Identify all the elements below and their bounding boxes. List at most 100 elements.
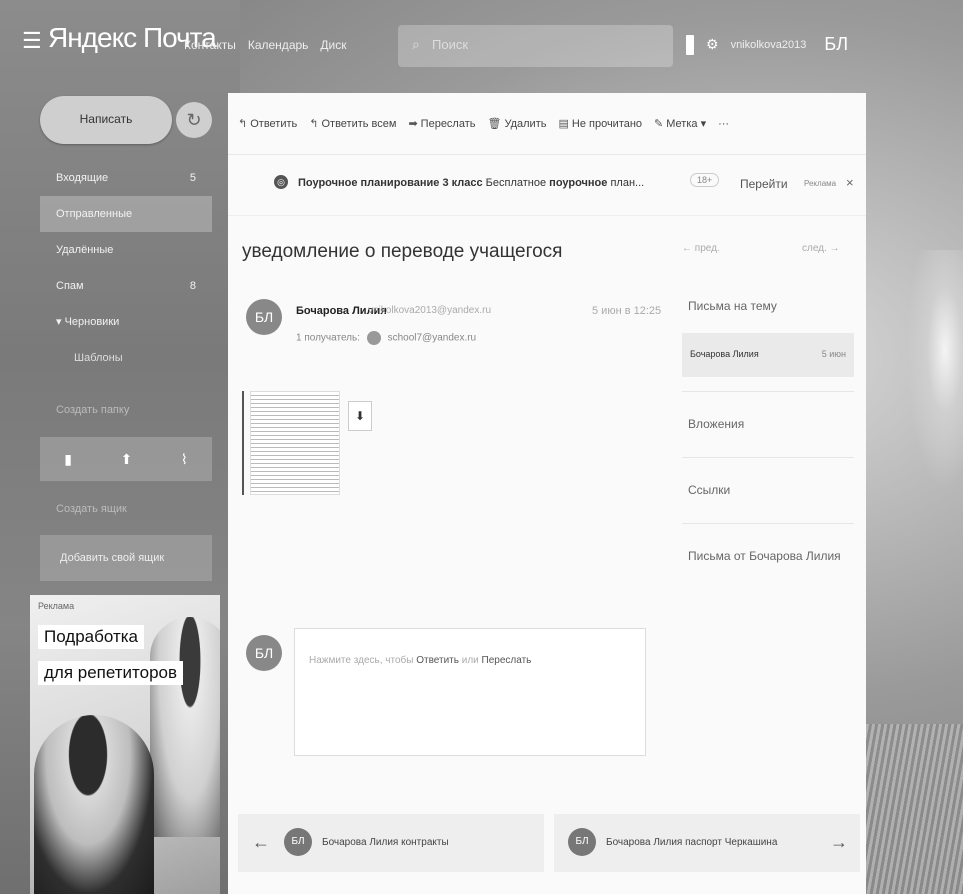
arrow-left-icon: ←: [252, 832, 270, 852]
reply-link[interactable]: Ответить: [416, 655, 459, 666]
more-button[interactable]: ···: [718, 118, 729, 130]
theme-icon[interactable]: [686, 34, 694, 55]
promo-ad-label: Реклама: [804, 179, 837, 188]
bookmark-icon[interactable]: ▮: [64, 451, 72, 468]
prev-thread-label: Бочарова Лилия контракты: [322, 837, 449, 848]
attachment-icon[interactable]: ⌇: [181, 451, 188, 468]
forward-button[interactable]: ➡ Переслать: [408, 117, 475, 131]
message-toolbar: ↰ Ответить ↰ Ответить всем ➡ Переслать 🗑…: [228, 93, 866, 155]
folder-list: Входящие 5 Отправленные Удалённые Спам 8…: [40, 160, 212, 376]
ad-title-line1: Подработка: [38, 625, 144, 649]
close-icon[interactable]: ×: [846, 175, 854, 190]
forward-link[interactable]: Переслать: [482, 655, 532, 666]
gear-icon[interactable]: ⚙: [706, 36, 719, 53]
arrow-right-icon: →: [830, 832, 848, 852]
search-icon: ⌕: [412, 36, 420, 52]
ad-title-line2: для репетиторов: [38, 661, 184, 685]
create-folder-link[interactable]: Создать папку: [56, 404, 129, 416]
folder-label: Спам: [56, 280, 84, 292]
next-thread-label: Бочарова Лилия паспорт Черкашина: [606, 837, 778, 848]
avatar: БЛ: [284, 828, 312, 856]
recipient-email[interactable]: sсhool7@yandex.ru: [388, 333, 477, 344]
add-mailbox-button[interactable]: Добавить свой ящик: [40, 535, 212, 581]
folder-label: Удалённые: [56, 244, 114, 256]
tag-icon: ✎: [654, 118, 664, 130]
next-message-link[interactable]: след. →: [802, 243, 840, 254]
attachments-link[interactable]: Вложения: [688, 417, 744, 431]
reply-all-label: Ответить всем: [321, 117, 397, 130]
folder-deleted[interactable]: Удалённые: [40, 232, 212, 268]
promo-title: Поурочное планирование 3 класс: [298, 177, 483, 189]
quick-filters: ▮ ⬆ ⌇: [40, 437, 212, 481]
avatar[interactable]: БЛ: [246, 299, 282, 335]
folder-drafts[interactable]: ▾ Черновики: [40, 304, 212, 340]
write-button[interactable]: Написать: [40, 96, 172, 144]
promo-age-badge: 18+: [690, 173, 720, 187]
nav-contacts[interactable]: Контакты: [184, 38, 236, 52]
thread-item[interactable]: Бочарова Лилия 5 июн: [682, 333, 854, 377]
important-icon[interactable]: ⬆: [121, 451, 133, 468]
reply-all-button[interactable]: ↰ Ответить всем: [309, 117, 397, 131]
forward-icon: ➡: [408, 118, 418, 130]
prev-message-link[interactable]: ← пред.: [682, 243, 720, 254]
reply-label: Ответить: [250, 117, 298, 130]
envelope-icon: ▤: [558, 118, 569, 130]
user-email[interactable]: vnikolkova2013: [731, 39, 807, 51]
nav-disk[interactable]: Диск: [320, 38, 346, 52]
message-panel: ↰ Ответить ↰ Ответить всем ➡ Переслать 🗑…: [228, 93, 866, 894]
thread-title[interactable]: Письма на тему: [688, 299, 777, 313]
background-flower: [903, 250, 963, 500]
search-input[interactable]: ⌕ Поиск: [398, 25, 673, 67]
sender-email[interactable]: vnikolkova2013@yandex.ru: [368, 305, 491, 316]
label-label: Метка ▾: [666, 118, 707, 130]
reply-all-icon: ↰: [309, 118, 319, 130]
recipients-label: 1 получатель:: [296, 332, 361, 344]
promo-go-button[interactable]: Перейти: [740, 177, 788, 191]
ad-photo-woman: [150, 617, 220, 837]
write-button-label: Написать: [79, 112, 133, 126]
refresh-icon[interactable]: ↻: [176, 102, 212, 138]
label-button[interactable]: ✎ Метка ▾: [654, 117, 706, 130]
unread-label: Не прочитано: [571, 117, 643, 130]
ad-banner[interactable]: Реклама Подработка для репетиторов: [30, 595, 220, 894]
attachment-thumbnail[interactable]: [250, 391, 340, 495]
prev-thread-nav[interactable]: ← БЛ Бочарова Лилия контракты: [238, 814, 544, 872]
promo-banner[interactable]: ◎ Поурочное планирование 3 класс Бесплат…: [228, 155, 866, 216]
promo-text-before: Бесплатное: [485, 177, 547, 189]
links-link[interactable]: Ссылки: [688, 483, 730, 497]
folder-spam[interactable]: Спам 8: [40, 268, 212, 304]
next-thread-nav[interactable]: БЛ Бочарова Лилия паспорт Черкашина →: [554, 814, 860, 872]
user-initials[interactable]: БЛ: [824, 34, 848, 55]
divider: [682, 391, 854, 392]
mark-unread-button[interactable]: ▤ Не прочитано: [558, 117, 643, 131]
folder-count: 5: [189, 172, 196, 184]
trash-icon: 🗑: [487, 118, 502, 130]
folder-label: Шаблоны: [74, 352, 123, 364]
recipients: 1 получатель: sсhool7@yandex.ru: [296, 331, 476, 345]
folder-label: ▾ Черновики: [56, 316, 120, 328]
from-sender-link[interactable]: Письма от Бочарова Лилия: [688, 549, 841, 563]
menu-icon[interactable]: ☰: [22, 28, 42, 54]
promo-bold-word: поурочное: [549, 177, 608, 189]
delete-button[interactable]: 🗑 Удалить: [487, 117, 547, 131]
reply-button[interactable]: ↰ Ответить: [238, 117, 298, 131]
nav-calendar[interactable]: Календарь: [248, 38, 309, 52]
folder-sent[interactable]: Отправленные: [40, 196, 212, 232]
folder-label: Отправленные: [56, 208, 133, 220]
folder-inbox[interactable]: Входящие 5: [40, 160, 212, 196]
quick-reply-box[interactable]: Нажмите здесь, чтобы Ответить или Пересл…: [294, 628, 646, 756]
folder-templates[interactable]: Шаблоны: [40, 340, 212, 376]
promo-icon: ◎: [274, 175, 288, 189]
divider: [682, 523, 854, 524]
reply-ph-or: или: [461, 655, 479, 666]
folder-label: Входящие: [56, 172, 109, 184]
promo-text: Поурочное планирование 3 класс Бесплатно…: [298, 177, 678, 189]
reply-avatar: БЛ: [246, 635, 282, 671]
header: ☰ Яндекс Почта Контакты Календарь Диск ⌕…: [0, 0, 963, 80]
download-icon[interactable]: ⬇: [348, 401, 372, 431]
message-date: 5 июн в 12:25: [592, 305, 662, 317]
top-nav: Контакты Календарь Диск: [184, 38, 347, 52]
create-mailbox-link[interactable]: Создать ящик: [56, 503, 127, 515]
divider: [682, 457, 854, 458]
reply-placeholder: Нажмите здесь, чтобы Ответить или Пересл…: [309, 655, 531, 666]
